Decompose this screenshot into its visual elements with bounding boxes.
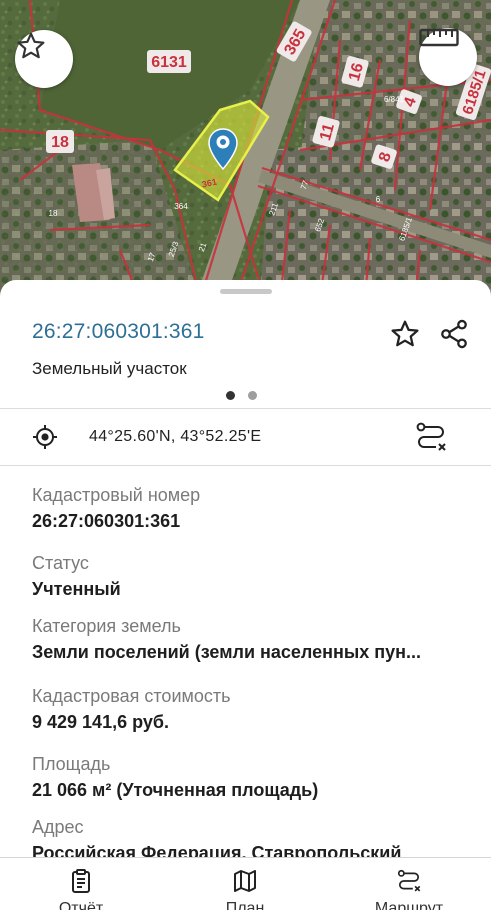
nav-label: Отчёт — [58, 900, 104, 910]
location-marker-icon[interactable] — [208, 128, 238, 170]
ruler-button[interactable] — [419, 28, 477, 86]
favorite-button[interactable] — [387, 316, 423, 352]
map-satellite-layer — [0, 0, 491, 300]
crosshair-location-icon — [33, 425, 57, 449]
field-value[interactable]: Земли поселений (земли населенных пун... — [32, 642, 472, 663]
page-dot-1[interactable] — [226, 391, 235, 400]
sheet-drag-handle[interactable] — [220, 289, 272, 294]
coordinates-row[interactable]: 44°25.60'N, 43°52.25'E — [0, 409, 491, 465]
map-view[interactable]: 6131 365 18 16 4 6185/1 11 8 361 364 21 … — [0, 0, 491, 300]
ruler-icon — [419, 28, 459, 47]
field-label: Статус — [32, 553, 89, 573]
star-outline-icon — [17, 32, 45, 59]
bottom-navigation: Отчёт План Маршрут — [0, 857, 491, 910]
nav-report[interactable]: Отчёт — [16, 858, 146, 910]
field-label: Кадастровый номер — [32, 485, 201, 505]
field-area: Площадь 21 066 м² (Уточненная площадь) — [32, 754, 472, 801]
field-label: Кадастровая стоимость — [32, 686, 231, 706]
field-address: Адрес Российская Федерация, Ставропольск… — [32, 817, 472, 860]
page-indicator[interactable] — [226, 391, 257, 400]
nav-label: Маршрут — [374, 900, 444, 910]
coordinates-text[interactable]: 44°25.60'N, 43°52.25'E — [89, 428, 261, 446]
field-label: Категория земель — [32, 616, 181, 636]
field-value[interactable]: 26:27:060301:361 — [32, 511, 472, 532]
nav-label: План — [225, 900, 265, 910]
field-value: 21 066 м² (Уточненная площадь) — [32, 780, 319, 800]
field-value: Учтенный — [32, 579, 121, 599]
route-icon — [397, 869, 421, 892]
map-icon — [234, 870, 256, 892]
field-value: 9 429 141,6 руб. — [32, 712, 169, 732]
divider — [0, 465, 491, 466]
field-label: Адрес — [32, 817, 84, 837]
object-type: Земельный участок — [32, 359, 187, 378]
route-icon[interactable] — [414, 420, 448, 454]
page-dot-2[interactable] — [248, 391, 257, 400]
field-cadastral-value: Кадастровая стоимость 9 429 141,6 руб. — [32, 686, 472, 733]
star-outline-icon — [391, 320, 419, 347]
field-label: Площадь — [32, 754, 111, 774]
field-cadastral-number: Кадастровый номер 26:27:060301:361 — [32, 485, 472, 532]
share-icon — [441, 319, 467, 349]
share-button[interactable] — [435, 316, 473, 352]
plot-info-sheet: 26:27:060301:361 Земельный участок 44°25… — [0, 280, 491, 860]
field-status: Статус Учтенный — [32, 553, 472, 600]
favorite-map-button[interactable] — [15, 30, 73, 88]
nav-plan[interactable]: План — [180, 858, 310, 910]
nav-route[interactable]: Маршрут — [344, 858, 474, 910]
cadastral-number-title[interactable]: 26:27:060301:361 — [32, 320, 205, 344]
field-land-category: Категория земель Земли поселений (земли … — [32, 616, 472, 663]
report-icon — [72, 869, 90, 893]
